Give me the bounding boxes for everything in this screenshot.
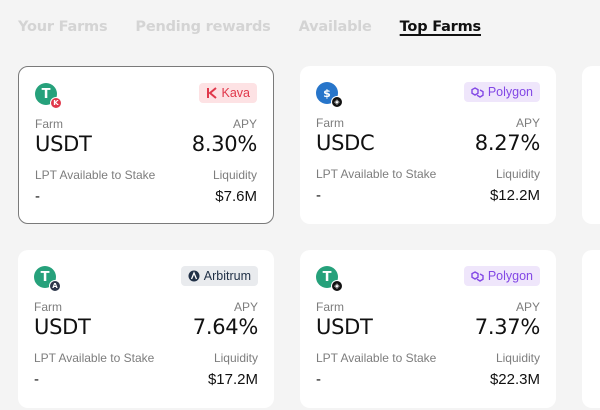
- token-name: USDT: [34, 315, 91, 339]
- arbitrum-icon: A: [49, 280, 61, 292]
- farm-label: Farm: [316, 300, 344, 314]
- chain-name: Kava: [221, 86, 251, 100]
- lpt-label: LPT Available to Stake: [316, 351, 437, 365]
- chain-badge: Polygon: [463, 82, 540, 102]
- apy-label: APY: [232, 117, 257, 131]
- lpt-value: -: [34, 371, 39, 388]
- farm-card-partial[interactable]: [582, 66, 600, 224]
- apy-value: 8.30%: [191, 132, 258, 156]
- lpt-value: -: [316, 187, 321, 204]
- chain-name: Polygon: [487, 85, 533, 99]
- farm-label: Farm: [316, 116, 344, 130]
- chain-badge: Polygon: [463, 266, 540, 286]
- liquidity-label: Liquidity: [213, 351, 258, 365]
- farm-card-partial[interactable]: [582, 250, 600, 408]
- apy-value: 7.64%: [192, 315, 259, 339]
- lpt-label: LPT Available to Stake: [316, 167, 437, 181]
- polygon-icon: [471, 86, 484, 98]
- liquidity-label: Liquidity: [212, 168, 257, 182]
- liquidity-value: $17.2M: [207, 371, 258, 388]
- apy-value: 8.27%: [474, 131, 541, 155]
- chain-name: Arbitrum: [203, 269, 251, 283]
- token-name: USDT: [35, 132, 92, 156]
- token-name: USDC: [316, 131, 375, 155]
- liquidity-label: Liquidity: [495, 351, 540, 365]
- lpt-value: -: [316, 371, 321, 388]
- polygon-icon: ◈: [331, 96, 343, 108]
- chain-name: Polygon: [487, 269, 533, 283]
- lpt-value: -: [35, 188, 40, 205]
- tab-available[interactable]: Available: [299, 17, 372, 39]
- chain-badge: Arbitrum: [180, 266, 258, 286]
- lpt-label: LPT Available to Stake: [35, 168, 156, 182]
- polygon-icon: [471, 270, 484, 282]
- kava-icon: K: [50, 97, 62, 109]
- kava-icon: [206, 87, 218, 99]
- tab-top-farms[interactable]: Top Farms: [400, 17, 481, 39]
- liquidity-value: $7.6M: [215, 188, 257, 205]
- farm-card-usdt-arbitrum[interactable]: T A Arbitrum Farm APY USDT 7.64% LPT Ava…: [18, 250, 274, 408]
- liquidity-label: Liquidity: [495, 167, 540, 181]
- farm-card-usdc-polygon[interactable]: $ ◈ Polygon Farm APY USDC 8.27% LPT Avai…: [300, 66, 556, 224]
- apy-label: APY: [515, 300, 540, 314]
- apy-value: 7.37%: [474, 315, 541, 339]
- farms-page: Your Farms Pending rewards Available Top…: [0, 0, 600, 410]
- farm-label: Farm: [34, 300, 62, 314]
- farm-card-usdt-kava[interactable]: T K Kava Farm APY USDT 8.30% LPT Availab…: [18, 66, 274, 224]
- farm-label: Farm: [35, 117, 63, 131]
- tab-pending-rewards[interactable]: Pending rewards: [135, 17, 270, 39]
- lpt-label: LPT Available to Stake: [34, 351, 155, 365]
- farm-card-usdt-polygon[interactable]: T ◈ Polygon Farm APY USDT 7.37% LPT Avai…: [300, 250, 556, 408]
- arbitrum-icon: [188, 270, 200, 282]
- liquidity-value: $22.3M: [489, 371, 540, 388]
- apy-label: APY: [515, 116, 540, 130]
- apy-label: APY: [233, 300, 258, 314]
- polygon-icon: ◈: [331, 280, 343, 292]
- chain-badge: Kava: [198, 83, 257, 103]
- tab-your-farms[interactable]: Your Farms: [18, 17, 108, 39]
- token-name: USDT: [316, 315, 373, 339]
- farm-tabs: Your Farms Pending rewards Available Top…: [18, 17, 509, 39]
- liquidity-value: $12.2M: [489, 187, 540, 204]
